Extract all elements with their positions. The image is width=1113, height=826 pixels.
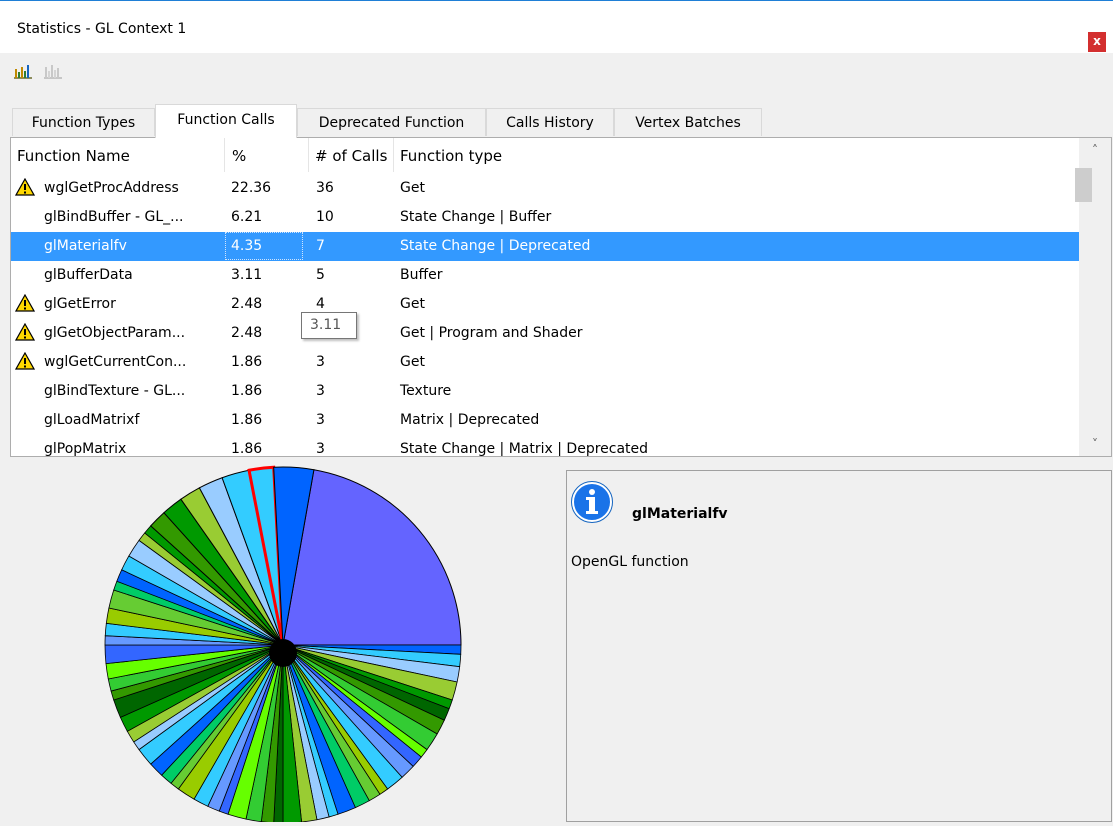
scrollbar-thumb[interactable] [1075,168,1092,202]
pie-center [269,639,297,667]
percent-cell: 22.36 [231,180,272,196]
info-panel: glMaterialfv OpenGL function [566,470,1112,822]
percent-cell: 3.11 [231,267,263,283]
table-row[interactable]: glMaterialfv 4.35 7 State Change | Deprecat… [11,232,1079,261]
function-name-cell: wglGetCurrentCon... [44,354,187,370]
table-row[interactable]: glBufferData 3.11 5 Buffer [11,261,1079,290]
function-name-cell: glGetError [44,296,116,312]
percent-cell: 1.86 [231,383,263,399]
function-type-cell: Matrix | Deprecated [400,412,540,428]
function-type-cell: State Change | Deprecated [400,238,591,254]
scroll-up-icon[interactable]: ˄ [1079,138,1111,162]
tab-calls-history[interactable]: Calls History [486,108,614,136]
pie-chart-area [0,460,560,824]
bar-chart-disabled-icon[interactable] [42,62,64,80]
table-row[interactable]: glBindBuffer - GL_... 6.21 10 State Change … [11,203,1079,232]
function-type-cell: Get [400,180,425,196]
percent-cell: 1.86 [231,354,263,370]
scroll-down-icon[interactable]: ˅ [1079,432,1111,456]
info-description: OpenGL function [571,554,689,570]
function-calls-list[interactable]: Function Name % # of Calls Function type… [10,137,1112,457]
toolbar [12,62,68,84]
function-name-cell: glLoadMatrixf [44,412,140,428]
percent-cell: 2.48 [231,296,263,312]
percent-cell: 1.86 [231,412,263,428]
focus-rectangle [225,232,303,260]
function-type-cell: Get [400,296,425,312]
function-name-cell: glGetObjectParam... [44,325,186,341]
function-name-cell: glBindBuffer - GL_... [44,209,184,225]
list-header: Function Name % # of Calls Function type [11,138,1079,174]
info-function-name: glMaterialfv [632,506,728,522]
function-type-cell: State Change | Buffer [400,209,552,225]
calls-cell: 3 [316,383,325,399]
warning-icon [15,294,35,312]
pie-chart[interactable] [0,460,560,824]
warning-icon [15,352,35,370]
function-name-cell: glPopMatrix [44,441,127,457]
table-row[interactable]: wglGetProcAddress 22.36 36 Get [11,174,1079,203]
tab-function-calls[interactable]: Function Calls [155,104,297,138]
column-header-function-name[interactable]: Function Name [17,147,217,165]
function-name-cell: glBindTexture - GL... [44,383,186,399]
close-button[interactable]: x [1088,32,1106,52]
calls-cell: 10 [316,209,334,225]
calls-cell: 4 [316,296,325,312]
warning-icon [15,323,35,341]
column-header-function-type[interactable]: Function type [400,147,700,165]
info-icon [571,481,613,523]
calls-cell: 36 [316,180,334,196]
column-divider[interactable] [224,138,225,172]
window-title: Statistics - GL Context 1 [17,21,187,37]
function-name-cell: glMaterialfv [44,238,127,254]
table-row[interactable]: wglGetCurrentCon... 1.86 3 Get [11,348,1079,377]
table-row[interactable]: glLoadMatrixf 1.86 3 Matrix | Deprecated [11,406,1079,435]
calls-cell: 3 [316,354,325,370]
calls-cell: 5 [316,267,325,283]
tab-deprecated-function[interactable]: Deprecated Function [297,108,486,136]
table-row[interactable]: glBindTexture - GL... 1.86 3 Texture [11,377,1079,406]
column-header-calls[interactable]: # of Calls [315,147,393,165]
function-type-cell: State Change | Matrix | Deprecated [400,441,649,457]
function-name-cell: wglGetProcAddress [44,180,179,196]
column-divider[interactable] [308,138,309,172]
calls-cell: 7 [316,238,325,254]
column-divider[interactable] [393,138,394,172]
tab-vertex-batches[interactable]: Vertex Batches [614,108,762,136]
function-type-cell: Buffer [400,267,443,283]
table-row[interactable]: glGetObjectParam...2.484Get | Program an… [11,319,1079,348]
function-type-cell: Get [400,354,425,370]
function-type-cell: Texture [400,383,452,399]
function-name-cell: glBufferData [44,267,133,283]
table-row[interactable]: glPopMatrix 1.86 3 State Change | Matrix | … [11,435,1079,457]
tab-function-types[interactable]: Function Types [12,108,155,136]
table-row[interactable]: glGetError 2.48 4 Get [11,290,1079,319]
warning-icon [15,178,35,196]
calls-cell: 3 [316,412,325,428]
column-header-percent[interactable]: % [232,147,312,165]
title-bar: Statistics - GL Context 1 x [0,1,1113,53]
percent-cell: 6.21 [231,209,263,225]
percent-cell: 1.86 [231,441,263,457]
function-type-cell: Get | Program and Shader [400,325,583,341]
value-tooltip: 3.11 [301,312,357,339]
percent-cell: 2.48 [231,325,263,341]
calls-cell: 3 [316,441,325,457]
bar-chart-icon[interactable] [12,62,34,80]
